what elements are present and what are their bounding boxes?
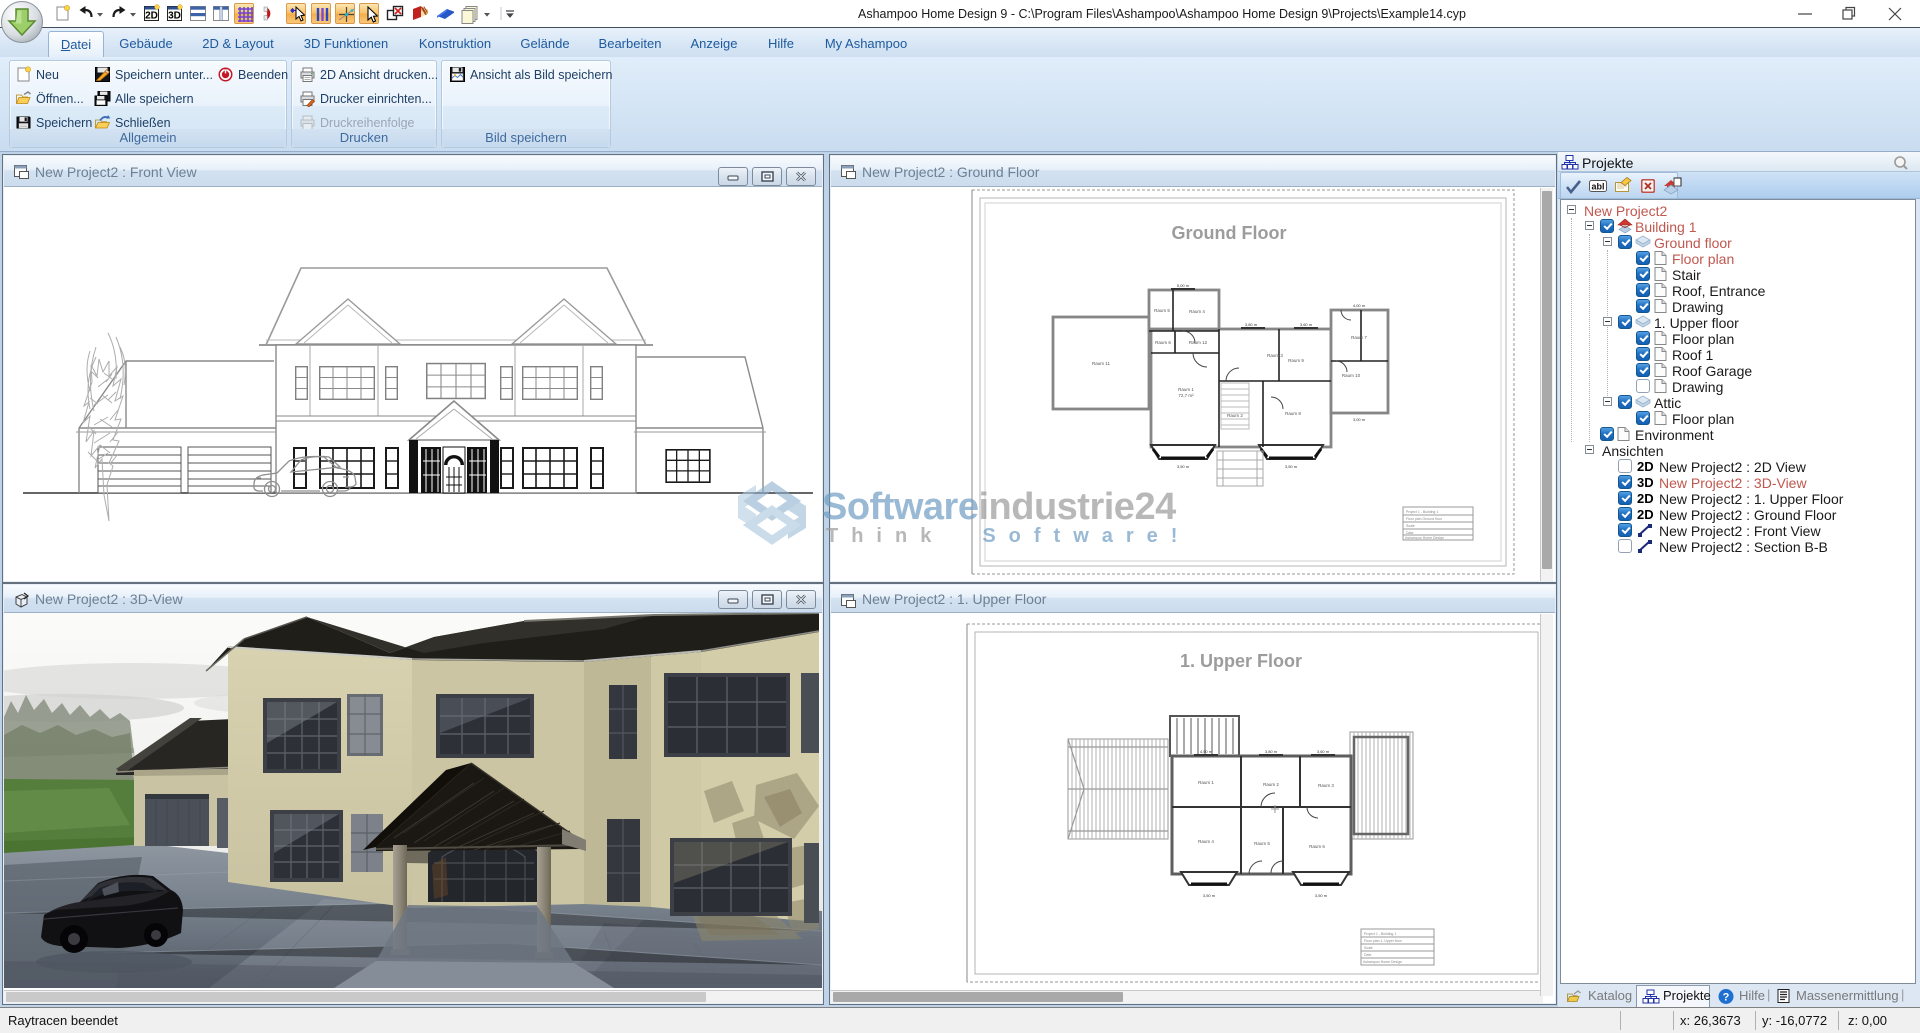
svg-text:3,60 m: 3,60 m	[1317, 749, 1330, 754]
svg-text:Raum 4: Raum 4	[1189, 309, 1205, 314]
svg-text:3,60 m: 3,60 m	[1300, 322, 1313, 327]
svg-text:Raum 5: Raum 5	[1254, 841, 1270, 846]
svg-text:3,00 m: 3,00 m	[1353, 417, 1366, 422]
svg-text:4,50 m: 4,50 m	[1200, 749, 1213, 754]
svg-text:4,00 m: 4,00 m	[1353, 303, 1366, 308]
svg-text:Raum 7: Raum 7	[1351, 335, 1367, 340]
svg-text:Raum 6: Raum 6	[1309, 844, 1325, 849]
svg-text:Raum 5: Raum 5	[1154, 308, 1170, 313]
svg-text:Scale: Scale	[1406, 524, 1415, 528]
svg-text:Raum 11: Raum 11	[1092, 361, 1110, 366]
svg-text:Raum 3: Raum 3	[1267, 353, 1283, 358]
svg-text:Raum 8: Raum 8	[1285, 411, 1301, 416]
svg-text:3,50 m: 3,50 m	[1203, 893, 1216, 898]
svg-text:Ashampoo Home Design: Ashampoo Home Design	[1405, 536, 1444, 540]
svg-text:1. Upper Floor: 1. Upper Floor	[1180, 651, 1302, 671]
svg-text:?: ?	[1723, 992, 1730, 1004]
svg-text:3,80 m: 3,80 m	[1245, 322, 1258, 327]
svg-text:Floor plan Ground floor: Floor plan Ground floor	[1406, 517, 1443, 521]
svg-text:3D: 3D	[168, 11, 181, 22]
svg-text:3,50 m: 3,50 m	[1315, 893, 1328, 898]
svg-text:Raum 1: Raum 1	[1198, 780, 1214, 785]
svg-text:Raum 2: Raum 2	[1263, 782, 1279, 787]
svg-text:2D: 2D	[145, 11, 158, 22]
svg-text:72,7 m²: 72,7 m²	[1178, 393, 1194, 398]
svg-text:Raum 9: Raum 9	[1288, 358, 1304, 363]
svg-text:Project 1 - Building 1: Project 1 - Building 1	[1364, 932, 1396, 936]
svg-text:Raum 12: Raum 12	[1189, 340, 1208, 345]
svg-text:abl: abl	[1591, 182, 1604, 192]
svg-text:Raum 6: Raum 6	[1155, 340, 1171, 345]
svg-text:5,00 m: 5,00 m	[1177, 283, 1190, 288]
svg-text:Raum 10: Raum 10	[1342, 373, 1361, 378]
svg-text:Raum 2: Raum 2	[1227, 413, 1243, 418]
svg-text:Floor plan 1. Upper floor: Floor plan 1. Upper floor	[1364, 939, 1403, 943]
svg-text:Ground Floor: Ground Floor	[1172, 223, 1287, 243]
svg-text:Ashampoo Home Design: Ashampoo Home Design	[1363, 960, 1402, 964]
svg-text:Raum 1: Raum 1	[1178, 387, 1194, 392]
svg-text:Scale: Scale	[1364, 946, 1373, 950]
svg-text:Raum 4: Raum 4	[1198, 839, 1214, 844]
svg-text:3,50 m: 3,50 m	[1285, 464, 1298, 469]
svg-text:3,50 m: 3,50 m	[1177, 464, 1190, 469]
svg-text:3,80 m: 3,80 m	[1265, 749, 1278, 754]
svg-text:Raum 3: Raum 3	[1318, 783, 1334, 788]
svg-text:Date: Date	[1364, 953, 1371, 957]
svg-text:Date: Date	[1406, 531, 1413, 535]
svg-text:Project 1 - Building 1: Project 1 - Building 1	[1406, 510, 1438, 514]
